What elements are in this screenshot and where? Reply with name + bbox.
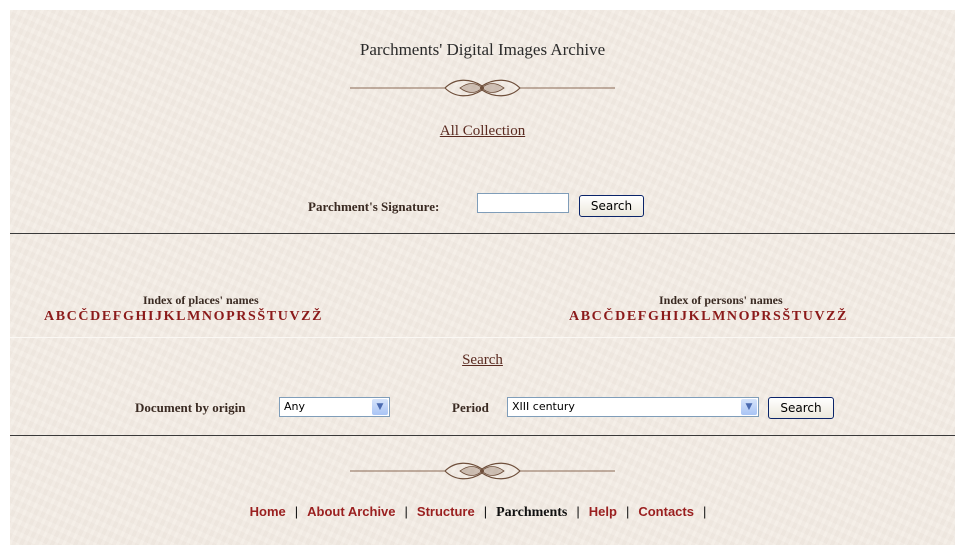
nav-separator: | bbox=[702, 504, 707, 519]
persons-index-title: Index of persons' names bbox=[659, 293, 783, 307]
places-letter-link[interactable]: H bbox=[135, 309, 148, 324]
persons-letter-link[interactable]: R bbox=[761, 309, 773, 324]
persons-letter-link[interactable]: K bbox=[689, 309, 702, 324]
period-label: Period bbox=[452, 400, 489, 415]
persons-letter-link[interactable]: Š bbox=[782, 309, 791, 324]
places-letter-link[interactable]: Š bbox=[257, 309, 266, 324]
all-collection-row: All Collection bbox=[10, 122, 955, 140]
places-letter-link[interactable]: D bbox=[90, 309, 102, 324]
ornament-divider-top bbox=[350, 79, 615, 97]
persons-letter-link[interactable]: U bbox=[803, 309, 815, 324]
divider-light bbox=[10, 337, 955, 338]
nav-item-contacts[interactable]: Contacts bbox=[638, 504, 694, 519]
persons-letter-link[interactable]: S bbox=[773, 309, 782, 324]
all-collection-link[interactable]: All Collection bbox=[440, 123, 525, 139]
footer-nav: Home | About Archive | Structure | Parchments |… bbox=[10, 504, 955, 521]
origin-select-value: Any bbox=[284, 400, 306, 413]
nav-item-structure[interactable]: Structure bbox=[417, 504, 475, 519]
places-letter-link[interactable]: E bbox=[102, 309, 113, 324]
persons-letter-link[interactable]: T bbox=[792, 309, 803, 324]
ornament-divider-bottom bbox=[350, 462, 615, 480]
origin-label: Document by origin bbox=[135, 400, 246, 415]
divider-1 bbox=[10, 233, 955, 234]
places-index-letters: ABCČDEFGHIJKLMNOPRSŠTUVZŽ bbox=[44, 309, 323, 325]
nav-separator: | bbox=[294, 504, 299, 519]
origin-select[interactable]: Any ▼ bbox=[279, 397, 390, 417]
persons-letter-link[interactable]: I bbox=[673, 309, 680, 324]
period-select[interactable]: XIII century ▼ bbox=[507, 397, 759, 417]
nav-separator: | bbox=[625, 504, 630, 519]
persons-letter-link[interactable]: J bbox=[680, 309, 689, 324]
persons-letter-link[interactable]: C bbox=[592, 309, 604, 324]
page-title: Parchments' Digital Images Archive bbox=[359, 40, 606, 59]
persons-letter-link[interactable]: H bbox=[660, 309, 673, 324]
search-link[interactable]: Search bbox=[462, 352, 503, 368]
persons-letter-link[interactable]: O bbox=[739, 309, 752, 324]
page: Parchments' Digital Images Archive All C… bbox=[10, 10, 955, 545]
places-letter-link[interactable]: B bbox=[56, 309, 67, 324]
places-letter-link[interactable]: J bbox=[155, 309, 164, 324]
nav-separator: | bbox=[404, 504, 408, 519]
places-letter-link[interactable]: M bbox=[187, 309, 202, 324]
places-letter-link[interactable]: F bbox=[113, 309, 123, 324]
nav-separator: | bbox=[576, 504, 580, 519]
persons-letter-link[interactable]: G bbox=[648, 309, 661, 324]
nav-separator: | bbox=[483, 504, 488, 519]
places-letter-link[interactable]: G bbox=[123, 309, 136, 324]
places-letter-link[interactable]: R bbox=[236, 309, 248, 324]
places-letter-link[interactable]: A bbox=[44, 309, 56, 324]
places-letter-link[interactable]: T bbox=[267, 309, 278, 324]
places-letter-link[interactable]: N bbox=[202, 309, 214, 324]
period-select-value: XIII century bbox=[512, 400, 575, 413]
persons-letter-link[interactable]: A bbox=[569, 309, 581, 324]
persons-letter-link[interactable]: L bbox=[701, 309, 712, 324]
persons-letter-link[interactable]: P bbox=[751, 309, 761, 324]
places-letter-link[interactable]: V bbox=[289, 309, 301, 324]
places-index-title: Index of places' names bbox=[143, 293, 259, 307]
places-letter-link[interactable]: L bbox=[176, 309, 187, 324]
divider-2 bbox=[10, 435, 955, 436]
persons-letter-link[interactable]: Ž bbox=[837, 309, 848, 324]
persons-letter-link[interactable]: E bbox=[627, 309, 638, 324]
nav-item-home[interactable]: Home bbox=[250, 504, 286, 519]
chevron-down-icon[interactable]: ▼ bbox=[741, 399, 757, 415]
persons-letter-link[interactable]: F bbox=[638, 309, 648, 324]
places-letter-link[interactable]: P bbox=[226, 309, 236, 324]
persons-letter-link[interactable]: Č bbox=[603, 309, 615, 324]
places-letter-link[interactable]: K bbox=[164, 309, 177, 324]
persons-letter-link[interactable]: V bbox=[814, 309, 826, 324]
signature-label: Parchment's Signature: bbox=[308, 199, 440, 214]
places-letter-link[interactable]: C bbox=[67, 309, 79, 324]
places-letter-link[interactable]: S bbox=[248, 309, 257, 324]
persons-letter-link[interactable]: N bbox=[727, 309, 739, 324]
period-search-button[interactable]: Search bbox=[768, 397, 834, 419]
signature-search-button[interactable]: Search bbox=[579, 195, 644, 217]
persons-letter-link[interactable]: B bbox=[581, 309, 592, 324]
nav-item-help[interactable]: Help bbox=[589, 504, 617, 519]
places-letter-link[interactable]: Č bbox=[78, 309, 90, 324]
signature-input[interactable] bbox=[477, 193, 569, 213]
persons-letter-link[interactable]: Z bbox=[826, 309, 837, 324]
places-letter-link[interactable]: I bbox=[148, 309, 155, 324]
places-letter-link[interactable]: U bbox=[278, 309, 290, 324]
persons-letter-link[interactable]: D bbox=[615, 309, 627, 324]
search-link-row: Search bbox=[10, 351, 955, 369]
nav-item-about-archive[interactable]: About Archive bbox=[307, 504, 395, 519]
persons-index-letters: ABCČDEFGHIJKLMNOPRSŠTUVZŽ bbox=[569, 309, 848, 325]
chevron-down-icon[interactable]: ▼ bbox=[372, 399, 388, 415]
places-letter-link[interactable]: O bbox=[214, 309, 227, 324]
nav-item-parchments[interactable]: Parchments bbox=[496, 505, 567, 520]
places-letter-link[interactable]: Z bbox=[301, 309, 312, 324]
persons-letter-link[interactable]: M bbox=[712, 309, 727, 324]
places-letter-link[interactable]: Ž bbox=[312, 309, 323, 324]
